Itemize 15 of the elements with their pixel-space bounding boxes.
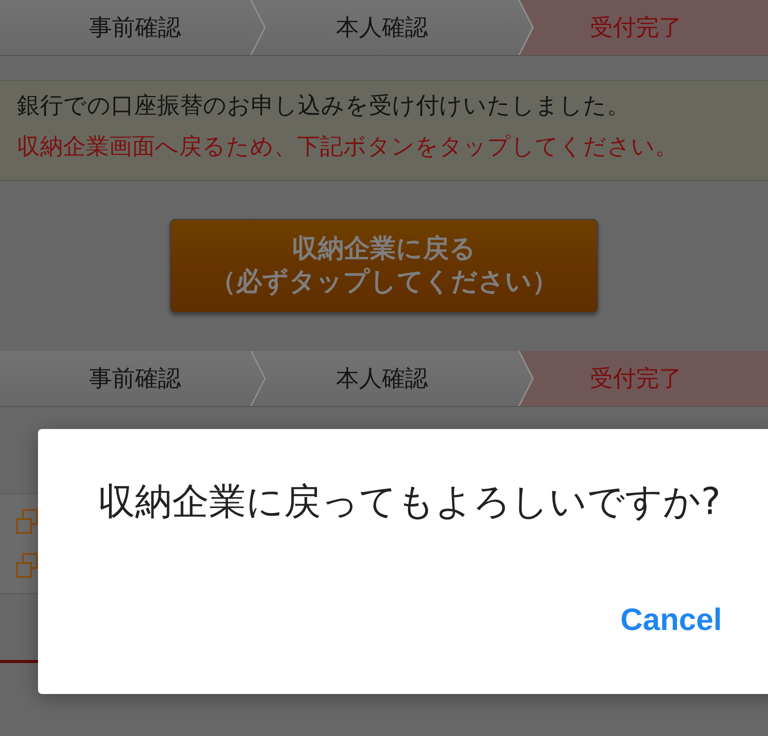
progress-step: 事前確認 xyxy=(0,0,250,55)
dialog-message: 収納企業に戻ってもよろしいですか? xyxy=(98,479,722,525)
notice-text: 銀行での口座振替のお申し込みを受け付けいたしました。 xyxy=(17,92,631,121)
progress-step: 事前確認 xyxy=(0,351,250,406)
chevron-separator xyxy=(518,0,534,55)
notice-alert-text: 収納企業画面へ戻るため、下記ボタンをタップしてください。 xyxy=(17,133,679,162)
return-button[interactable]: 収納企業に戻る （必ずタップしてください） xyxy=(170,219,598,313)
chevron-separator xyxy=(518,351,534,406)
windows-icon xyxy=(16,508,38,534)
chevron-separator xyxy=(250,0,266,55)
progress-step: 本人確認 xyxy=(266,0,518,55)
cancel-button[interactable]: Cancel xyxy=(620,602,722,638)
progress-step: 本人確認 xyxy=(266,351,518,406)
chevron-separator xyxy=(250,351,266,406)
windows-icon xyxy=(16,552,38,578)
